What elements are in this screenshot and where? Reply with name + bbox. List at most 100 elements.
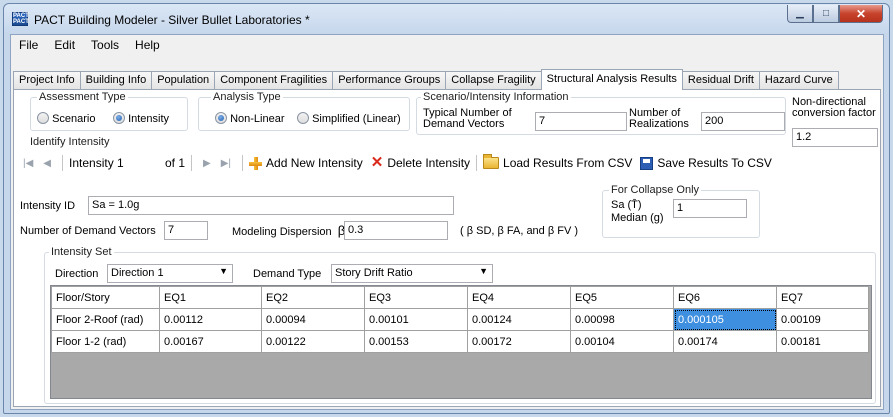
- column-header-eq6[interactable]: EQ6: [673, 286, 777, 309]
- demand-type-label: Demand Type: [253, 268, 322, 280]
- tab-building-info[interactable]: Building Info: [79, 71, 153, 89]
- radio-scenario[interactable]: Scenario: [37, 112, 95, 125]
- column-header-eq4[interactable]: EQ4: [467, 286, 571, 309]
- folder-open-icon: [483, 154, 500, 169]
- tab-population[interactable]: Population: [151, 71, 216, 89]
- scenario-info-title: Scenario/Intensity Information: [421, 91, 571, 103]
- radio-scenario-circle[interactable]: [37, 112, 49, 124]
- num-demand-vectors-label: Number of Demand Vectors: [20, 225, 156, 237]
- demand-type-select[interactable]: Story Drift Ratio ▼: [331, 264, 493, 283]
- table-cell[interactable]: Floor 1-2 (rad): [51, 330, 160, 353]
- load-csv-button[interactable]: Load Results From CSV: [483, 154, 633, 170]
- last-record-button[interactable]: ▶|: [216, 158, 236, 169]
- realizations-input[interactable]: 200: [701, 112, 785, 131]
- column-header-eq2[interactable]: EQ2: [261, 286, 365, 309]
- tab-project-info[interactable]: Project Info: [13, 71, 81, 89]
- radio-simplified-label: Simplified (Linear): [312, 113, 401, 125]
- table-cell[interactable]: 0.00098: [570, 308, 674, 331]
- collapse-median-input[interactable]: 1: [673, 199, 747, 218]
- intensity-set-title: Intensity Set: [49, 246, 114, 258]
- table-cell[interactable]: 0.00112: [159, 308, 262, 331]
- tab-performance-groups[interactable]: Performance Groups: [332, 71, 447, 89]
- first-record-button[interactable]: |◀: [18, 158, 38, 169]
- analysis-type-group: Analysis Type Non-Linear Simplified (Lin…: [198, 91, 410, 131]
- column-header-eq1[interactable]: EQ1: [159, 286, 262, 309]
- num-demand-vectors-input[interactable]: 7: [164, 221, 208, 240]
- dispersion-note: ( β SD, β FA, and β FV ): [460, 225, 579, 237]
- table-cell[interactable]: Floor 2-Roof (rad): [51, 308, 160, 331]
- analysis-type-title: Analysis Type: [211, 91, 283, 103]
- table-cell[interactable]: 0.00104: [570, 330, 674, 353]
- modeling-dispersion-input[interactable]: 0.3: [344, 221, 448, 240]
- selected-table-cell[interactable]: 0.000105: [673, 308, 777, 331]
- menu-help[interactable]: Help: [127, 35, 168, 55]
- table-cell[interactable]: 0.00153: [364, 330, 468, 353]
- load-csv-label: Load Results From CSV: [503, 156, 633, 170]
- delete-intensity-button[interactable]: ✕ Delete Intensity: [370, 154, 470, 171]
- intensity-id-label: Intensity ID: [20, 200, 76, 212]
- radio-intensity-circle[interactable]: [113, 112, 125, 124]
- table-cell[interactable]: 0.00167: [159, 330, 262, 353]
- intensity-id-input[interactable]: Sa = 1.0g: [88, 196, 454, 215]
- assessment-type-title: Assessment Type: [37, 91, 128, 103]
- tab-collapse-fragility[interactable]: Collapse Fragility: [445, 71, 542, 89]
- save-csv-button[interactable]: Save Results To CSV: [640, 156, 772, 170]
- chevron-down-icon: ▼: [479, 266, 488, 276]
- column-header-eq7[interactable]: EQ7: [776, 286, 869, 309]
- results-table: Floor/Story EQ1 EQ2 EQ3 EQ4 EQ5 EQ6 EQ7 …: [51, 286, 869, 353]
- radio-non-linear-circle[interactable]: [215, 112, 227, 124]
- column-header-floor[interactable]: Floor/Story: [51, 286, 160, 309]
- tab-structural-analysis-results[interactable]: Structural Analysis Results: [540, 69, 683, 90]
- direction-select[interactable]: Direction 1 ▼: [107, 264, 233, 283]
- close-button[interactable]: ✕: [839, 5, 883, 23]
- median-label: Median (g): [611, 212, 664, 224]
- table-cell[interactable]: 0.00124: [467, 308, 571, 331]
- table-cell[interactable]: 0.00174: [673, 330, 777, 353]
- current-intensity-text[interactable]: Intensity 1: [69, 156, 159, 170]
- window-controls: ▁ □ ✕: [787, 5, 883, 23]
- toolbar-separator: [62, 155, 63, 171]
- table-cell[interactable]: 0.00094: [261, 308, 365, 331]
- toolbar-separator: [191, 155, 193, 171]
- table-cell[interactable]: 0.00172: [467, 330, 571, 353]
- menu-file[interactable]: File: [11, 35, 46, 55]
- radio-non-linear[interactable]: Non-Linear: [215, 112, 284, 125]
- delete-x-icon: ✕: [370, 154, 384, 171]
- demand-vectors-input[interactable]: 7: [535, 112, 627, 131]
- minimize-button[interactable]: ▁: [787, 5, 813, 23]
- non-directional-label: Non-directional conversion factor: [792, 96, 876, 119]
- column-header-eq5[interactable]: EQ5: [570, 286, 674, 309]
- add-intensity-label: Add New Intensity: [266, 156, 363, 170]
- non-directional-input[interactable]: 1.2: [792, 128, 878, 147]
- table-cell[interactable]: 0.00101: [364, 308, 468, 331]
- app-window: PACT PACT PACT Building Modeler - Silver …: [3, 3, 890, 414]
- title-bar[interactable]: PACT PACT PACT Building Modeler - Silver …: [4, 4, 889, 34]
- realizations-label: Number of Realizations: [629, 107, 689, 130]
- tab-residual-drift[interactable]: Residual Drift: [681, 71, 760, 89]
- table-row: Floor 2-Roof (rad) 0.00112 0.00094 0.001…: [51, 308, 869, 331]
- radio-non-linear-label: Non-Linear: [230, 113, 285, 125]
- results-grid[interactable]: Floor/Story EQ1 EQ2 EQ3 EQ4 EQ5 EQ6 EQ7 …: [50, 285, 872, 399]
- radio-simplified[interactable]: Simplified (Linear): [297, 112, 401, 125]
- table-header-row: Floor/Story EQ1 EQ2 EQ3 EQ4 EQ5 EQ6 EQ7: [51, 286, 869, 309]
- menu-tools[interactable]: Tools: [83, 35, 127, 55]
- table-cell[interactable]: 0.00181: [776, 330, 869, 353]
- maximize-button[interactable]: □: [813, 5, 839, 23]
- assessment-type-group: Assessment Type Scenario Intensity: [30, 91, 188, 131]
- table-cell[interactable]: 0.00122: [261, 330, 365, 353]
- demand-type-value: Story Drift Ratio: [335, 267, 413, 279]
- menu-edit[interactable]: Edit: [46, 35, 83, 55]
- radio-simplified-circle[interactable]: [297, 112, 309, 124]
- radio-intensity[interactable]: Intensity: [113, 112, 169, 125]
- intensity-count: of 1: [165, 156, 186, 170]
- column-header-eq3[interactable]: EQ3: [364, 286, 468, 309]
- next-record-button[interactable]: ▶: [198, 158, 216, 169]
- toolbar-separator: [476, 155, 478, 171]
- table-cell[interactable]: 0.00109: [776, 308, 869, 331]
- radio-intensity-label: Intensity: [128, 113, 170, 125]
- tab-hazard-curve[interactable]: Hazard Curve: [758, 71, 839, 89]
- previous-record-button[interactable]: ◀: [38, 158, 56, 169]
- demand-vectors-label: Typical Number of Demand Vectors: [423, 107, 512, 130]
- add-intensity-button[interactable]: Add New Intensity: [249, 156, 363, 170]
- tab-component-fragilities[interactable]: Component Fragilities: [214, 71, 334, 89]
